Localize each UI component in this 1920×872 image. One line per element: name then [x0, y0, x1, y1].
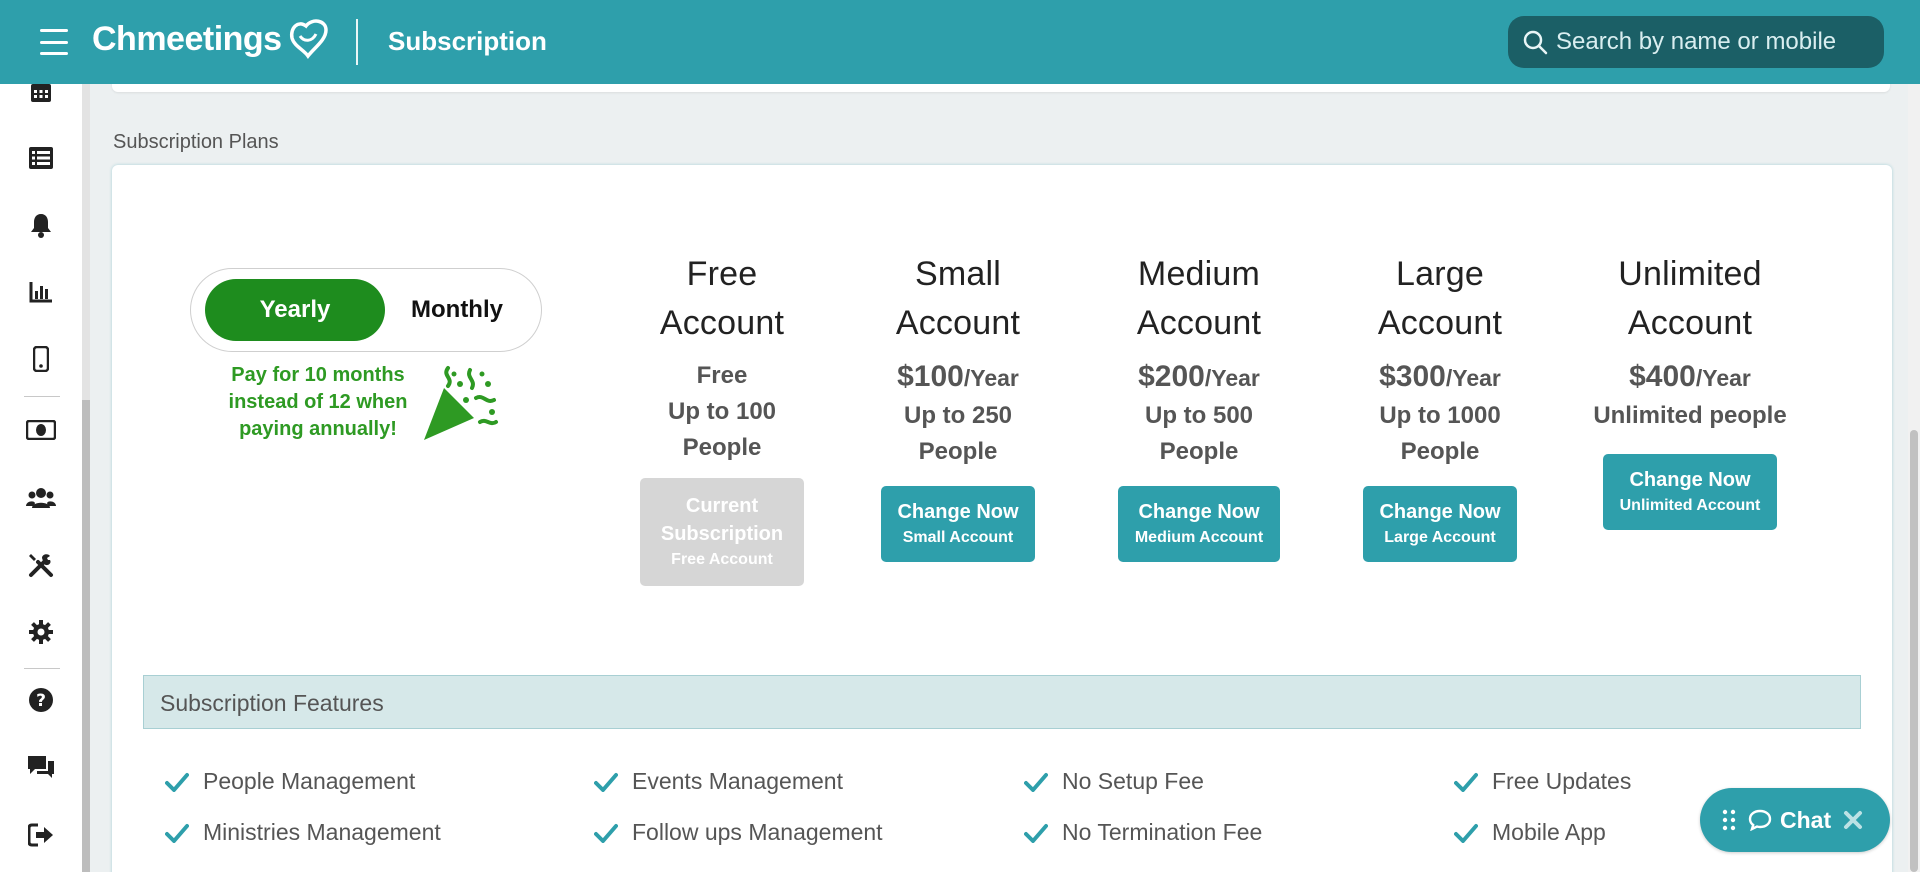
billing-toggle[interactable]: Yearly Monthly [190, 268, 542, 352]
check-icon [1454, 823, 1478, 843]
drag-grip-icon[interactable] [1722, 809, 1736, 831]
plan-large: Large Account $300/Year Up to 1000 People … [1340, 250, 1540, 562]
party-popper-icon [424, 366, 498, 440]
feature-item: Ministries Management [165, 819, 441, 846]
feature-item: Free Updates [1454, 768, 1631, 795]
plan-price: $100/Year [897, 360, 1019, 393]
money-icon[interactable] [26, 415, 56, 445]
check-icon [1024, 772, 1048, 792]
feature-item: No Setup Fee [1024, 768, 1204, 795]
plan-limit: Up to 1000 People [1379, 402, 1501, 465]
plan-limit: Up to 500 People [1144, 402, 1254, 465]
plan-name: Small Account [895, 255, 1021, 342]
plan-free: Free Account Free Up to 100 People Current… [622, 250, 822, 586]
plan-medium: Medium Account $200/Year Up to 500 People … [1099, 250, 1299, 562]
check-icon [1024, 823, 1048, 843]
main-scrollbar-thumb[interactable] [1910, 430, 1918, 872]
feature-item: Events Management [594, 768, 843, 795]
users-icon[interactable] [26, 483, 56, 513]
plan-small: Small Account $100/Year Up to 250 People C… [858, 250, 1058, 562]
bar-chart-icon[interactable] [26, 277, 56, 307]
section-label: Subscription Plans [113, 131, 279, 153]
check-icon [1454, 772, 1478, 792]
chat-bubble-icon [1748, 809, 1772, 831]
plan-price: $200/Year [1138, 360, 1260, 393]
yearly-toggle-button[interactable]: Yearly [205, 279, 385, 341]
heart-logo-icon [289, 19, 328, 60]
search-box[interactable] [1508, 16, 1884, 68]
logo[interactable]: Chmeetings [92, 16, 332, 62]
annual-promo-text: Pay for 10 months instead of 12 when pay… [228, 364, 408, 440]
sidebar-scrollbar-thumb[interactable] [82, 400, 90, 872]
plan-name: Medium Account [1136, 255, 1262, 342]
logo-text: Chmeetings [92, 19, 282, 58]
chat-label: Chat [1780, 806, 1832, 833]
mobile-icon[interactable] [26, 344, 56, 374]
feature-item: Follow ups Management [594, 819, 883, 846]
change-now-small-button[interactable]: Change Now Small Account [881, 486, 1035, 562]
tools-icon[interactable] [26, 550, 56, 580]
list-icon[interactable] [26, 143, 56, 173]
plan-limit: Up to 100 People [667, 398, 777, 461]
plan-name: Unlimited Account [1618, 255, 1762, 342]
feature-item: People Management [165, 768, 415, 795]
plan-unlimited: Unlimited Account $400/Year Unlimited peo… [1570, 250, 1810, 530]
sidebar-divider [24, 668, 60, 669]
hamburger-menu-icon[interactable] [40, 29, 68, 55]
gear-icon[interactable] [26, 617, 56, 647]
logout-icon[interactable] [26, 820, 56, 850]
plan-price: $400/Year [1629, 360, 1751, 393]
features-header: Subscription Features [143, 675, 1861, 729]
top-bar: Chmeetings Subscription [0, 0, 1920, 84]
plan-name: Large Account [1377, 255, 1503, 342]
svg-text:?: ? [36, 691, 46, 711]
check-icon [165, 772, 189, 792]
page-title: Subscription [388, 26, 547, 56]
plan-limit: Unlimited people [1593, 402, 1787, 429]
check-icon [594, 772, 618, 792]
plan-name: Free Account [659, 255, 785, 342]
change-now-large-button[interactable]: Change Now Large Account [1363, 486, 1517, 562]
current-subscription-button: Current Subscription Free Account [640, 478, 804, 586]
feature-item: Mobile App [1454, 819, 1606, 846]
change-now-medium-button[interactable]: Change Now Medium Account [1118, 486, 1280, 562]
search-input[interactable] [1556, 28, 1876, 56]
help-icon[interactable]: ? [26, 685, 56, 715]
plan-limit: Up to 250 People [903, 402, 1013, 465]
plan-price: Free [696, 362, 748, 389]
chat-bubbles-icon[interactable] [26, 752, 56, 782]
monthly-toggle-button[interactable]: Monthly [387, 279, 527, 341]
header-divider [356, 19, 358, 65]
bell-icon[interactable] [26, 210, 56, 240]
chat-widget[interactable]: Chat [1700, 788, 1890, 852]
change-now-unlimited-button[interactable]: Change Now Unlimited Account [1603, 454, 1777, 530]
search-icon [1523, 30, 1548, 55]
features-title: Subscription Features [160, 690, 384, 716]
check-icon [594, 823, 618, 843]
sidebar-divider [24, 396, 60, 397]
close-icon[interactable] [1843, 810, 1863, 830]
check-icon [165, 823, 189, 843]
plan-price: $300/Year [1379, 360, 1501, 393]
feature-item: No Termination Fee [1024, 819, 1262, 846]
